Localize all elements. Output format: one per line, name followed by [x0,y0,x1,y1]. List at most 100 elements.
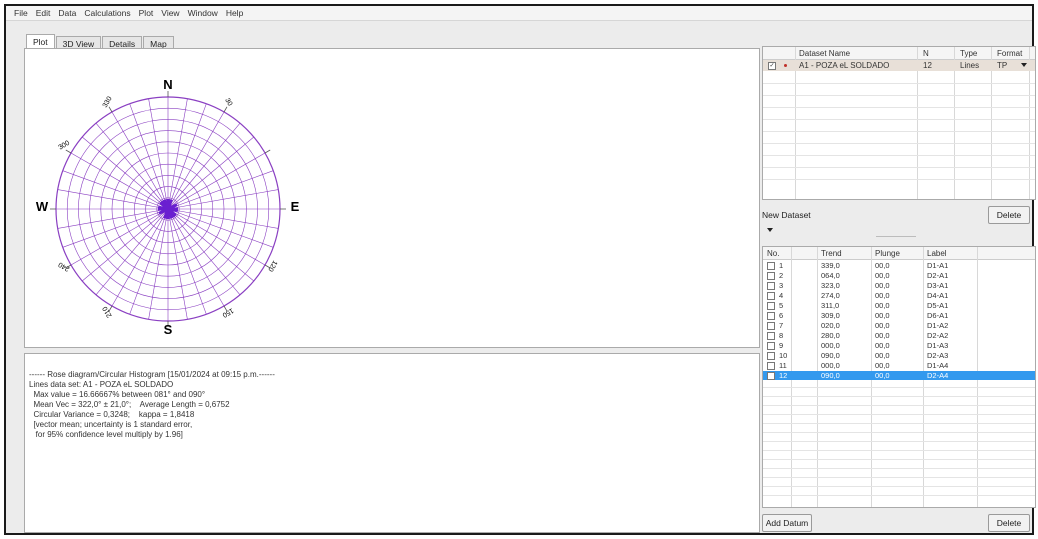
tick-mark [264,149,271,154]
menu-help[interactable]: Help [226,8,243,18]
header-label[interactable]: Label [927,249,947,258]
cell-no: 8 [779,331,784,340]
rose-diagram: N S E W 330 30 300 240 120 210 150 [36,77,300,337]
cell-label: D1-A1 [927,261,949,270]
header-no[interactable]: No. [767,249,779,258]
cell-trend: 090,0 [821,351,840,360]
cell-trend: 020,0 [821,321,840,330]
dataset-type: Lines [960,61,980,70]
row-divider [763,405,1035,406]
header-type[interactable]: Type [960,49,977,58]
row-divider [763,432,1035,433]
cell-trend: 000,0 [821,361,840,370]
table-row[interactable]: 10 090,0 00,0 D2-A3 [763,351,1035,360]
table-row[interactable]: 11 000,0 00,0 D1-A4 [763,361,1035,370]
cell-plunge: 00,0 [875,261,890,270]
table-row[interactable]: 7 020,0 00,0 D1-A2 [763,321,1035,330]
log-line: Circular Variance = 0,3248; kappa = 1,84… [29,410,195,419]
row-divider [763,450,1035,451]
row-divider [763,441,1035,442]
panel-splitter[interactable] [876,236,916,237]
cell-label: D6-A1 [927,311,949,320]
row-checkbox[interactable] [767,272,775,280]
menu-edit[interactable]: Edit [36,8,51,18]
row-divider [763,143,1035,144]
format-dropdown-arrow-icon[interactable] [1021,63,1027,67]
table-row[interactable]: 6 309,0 00,0 D6-A1 [763,311,1035,320]
row-checkbox[interactable] [767,352,775,360]
table-row[interactable]: 12 090,0 00,0 D2-A4 [763,371,1035,380]
header-plunge[interactable]: Plunge [875,249,900,258]
menu-data[interactable]: Data [58,8,76,18]
south-label: S [164,322,173,337]
cell-plunge: 00,0 [875,281,890,290]
delete-datum-button[interactable]: Delete [988,514,1030,532]
cell-label: D1-A3 [927,341,949,350]
row-checkbox[interactable] [767,282,775,290]
row-checkbox[interactable] [767,292,775,300]
cell-plunge: 00,0 [875,271,890,280]
row-divider [763,107,1035,108]
dataset-row[interactable]: ✓ A1 - POZA eL SOLDADO 12 Lines TP [763,60,1035,71]
log-line: for 95% confidence level multiply by 1.9… [29,430,183,439]
delete-dataset-button[interactable]: Delete [988,206,1030,224]
row-checkbox[interactable] [767,332,775,340]
menu-file[interactable]: File [14,8,28,18]
menu-calculations[interactable]: Calculations [84,8,130,18]
degree-label-120: 120 [266,259,278,273]
table-row[interactable]: 9 000,0 00,0 D1-A3 [763,341,1035,350]
row-checkbox[interactable] [767,262,775,270]
table-row[interactable]: 1 339,0 00,0 D1-A1 [763,261,1035,270]
table-row[interactable]: 3 323,0 00,0 D3-A1 [763,281,1035,290]
cell-trend: 090,0 [821,371,840,380]
data-table-header: No. Trend Plunge Label [763,247,1035,260]
dataset-name: A1 - POZA eL SOLDADO [799,61,890,70]
application-window: File Edit Data Calculations Plot View Wi… [4,4,1036,535]
cell-plunge: 00,0 [875,311,890,320]
row-divider [763,477,1035,478]
cell-trend: 000,0 [821,341,840,350]
table-row[interactable]: 2 064,0 00,0 D2-A1 [763,271,1035,280]
cell-label: D1-A2 [927,321,949,330]
cell-trend: 280,0 [821,331,840,340]
header-n[interactable]: N [923,49,929,58]
row-checkbox[interactable] [767,312,775,320]
header-trend[interactable]: Trend [821,249,842,258]
dataset-checkbox[interactable]: ✓ [768,62,776,70]
data-table[interactable]: No. Trend Plunge Label 1 339,0 00,0 D1-A1 2 0… [762,246,1036,508]
cell-trend: 309,0 [821,311,840,320]
row-checkbox[interactable] [767,362,775,370]
add-datum-button[interactable]: Add Datum [762,514,812,532]
header-format[interactable]: Format [997,49,1022,58]
rose-petals [157,199,179,219]
dataset-format[interactable]: TP [997,61,1007,70]
cell-trend: 311,0 [821,301,840,310]
tick-mark [223,106,228,113]
cell-plunge: 00,0 [875,341,890,350]
row-checkbox[interactable] [767,372,775,380]
cell-trend: 339,0 [821,261,840,270]
cell-label: D1-A4 [927,361,949,370]
cell-no: 1 [779,261,784,270]
table-row[interactable]: 8 280,0 00,0 D2-A2 [763,331,1035,340]
cell-trend: 323,0 [821,281,840,290]
header-dataset-name[interactable]: Dataset Name [799,49,850,58]
cell-plunge: 00,0 [875,361,890,370]
new-dataset-dropdown[interactable]: New Dataset [762,208,812,232]
row-checkbox[interactable] [767,302,775,310]
dataset-color-marker [784,64,787,67]
cell-no: 5 [779,301,784,310]
menu-view[interactable]: View [161,8,179,18]
table-row[interactable]: 5 311,0 00,0 D5-A1 [763,301,1035,310]
row-checkbox[interactable] [767,342,775,350]
degree-label-330: 330 [102,95,114,109]
menu-plot[interactable]: Plot [139,8,154,18]
menu-window[interactable]: Window [188,8,218,18]
table-row[interactable]: 4 274,0 00,0 D4-A1 [763,291,1035,300]
row-checkbox[interactable] [767,322,775,330]
cell-label: D2-A3 [927,351,949,360]
row-divider [763,396,1035,397]
plot-panel: N S E W 330 30 300 240 120 210 150 [24,48,760,348]
results-text-panel[interactable]: ------ Rose diagram/Circular Histogram [… [24,353,760,533]
dataset-table[interactable]: Dataset Name N Type Format ✓ A1 - POZA e… [762,46,1036,200]
